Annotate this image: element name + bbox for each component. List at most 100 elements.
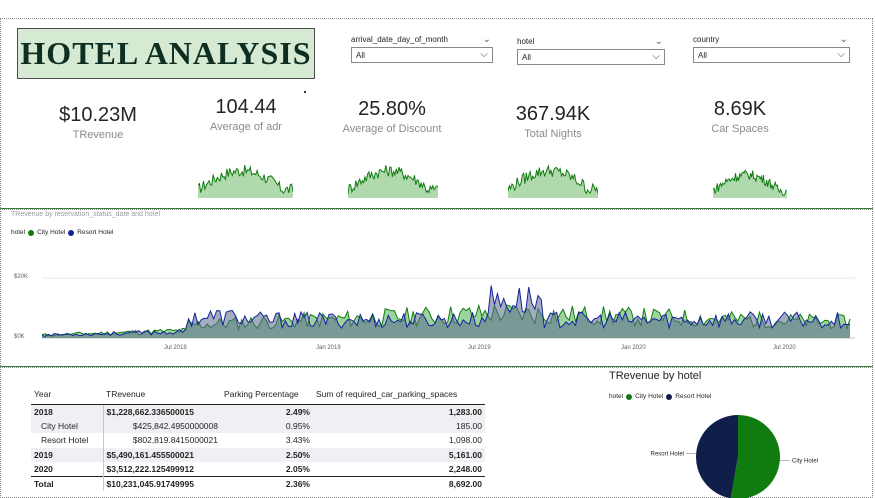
kpi-label: TRevenue bbox=[72, 129, 124, 141]
x-tick-label: Jan 2019 bbox=[316, 345, 341, 351]
legend-dot-city bbox=[28, 229, 35, 236]
table-row[interactable]: 2018 $1,228,662.336500015 2.49% 1,283.00 bbox=[31, 404, 485, 419]
table-total-row[interactable]: Total $10,231,045.91749995 2.36% 8,692.0… bbox=[31, 476, 485, 491]
dropdown-arrow-icon[interactable]: ⌵ bbox=[837, 49, 845, 60]
sparkline-nights bbox=[508, 164, 598, 198]
cell-revenue: $425,842.4950000008 bbox=[102, 418, 221, 433]
kpi-card-nights: 367.94K Total Nights bbox=[493, 103, 613, 140]
kpi-value: 104.44 bbox=[215, 96, 277, 118]
pie-chart-title: TRevenue by hotel bbox=[609, 370, 702, 382]
kpi-label: Average of Discount bbox=[342, 123, 442, 135]
dropdown-arrow-icon[interactable]: ⌵ bbox=[480, 49, 488, 60]
cell-year: Total bbox=[31, 476, 103, 491]
cell-year: City Hotel bbox=[31, 418, 103, 433]
kpi-card-discount: 25.80% Average of Discount bbox=[332, 98, 452, 135]
cell-revenue: $802,819.8415000021 bbox=[102, 433, 221, 448]
sparkline-car-spaces bbox=[713, 169, 787, 198]
x-tick-label: Jul 2020 bbox=[773, 345, 796, 351]
legend-label-resort[interactable]: Resort Hotel bbox=[675, 393, 711, 400]
line-chart-plot[interactable] bbox=[0, 240, 873, 365]
x-tick-label: Jul 2018 bbox=[164, 345, 187, 351]
kpi-card-adr: 104.44 Average of adr bbox=[186, 96, 306, 133]
kpi-value: 25.80% bbox=[358, 98, 426, 120]
cell-spaces: 1,283.00 bbox=[313, 404, 485, 419]
pie-chart-legend: hotel City Hotel Resort Hotel bbox=[609, 393, 711, 400]
legend-dot-city bbox=[626, 393, 633, 400]
cell-spaces: 5,161.00 bbox=[313, 447, 485, 462]
column-header-revenue[interactable]: TRevenue bbox=[103, 384, 221, 405]
cell-revenue: $5,490,161.455500021 bbox=[102, 447, 221, 462]
legend-label-city[interactable]: City Hotel bbox=[635, 393, 663, 400]
table-row[interactable]: City Hotel $425,842.4950000008 0.95% 185… bbox=[31, 418, 485, 433]
cell-spaces: 8,692.00 bbox=[313, 476, 485, 491]
cell-spaces: 2,248.00 bbox=[448, 464, 482, 474]
slicer-arrival-day[interactable]: arrival_date_day_of_month ⌄ All ⌵ bbox=[351, 34, 493, 63]
x-tick-label: Jan 2020 bbox=[621, 345, 646, 351]
pie-data-label: Resort Hotel bbox=[651, 451, 684, 457]
slicer-label: arrival_date_day_of_month bbox=[351, 35, 448, 44]
series-resort-area bbox=[42, 285, 850, 338]
kpi-card-car-spaces: 8.69K Car Spaces bbox=[680, 98, 800, 135]
cell-revenue: $3,512,222.125499912 bbox=[102, 462, 221, 477]
legend-label-resort[interactable]: Resort Hotel bbox=[77, 229, 113, 236]
line-chart-title: TRevenue by reservation_status_date and … bbox=[11, 211, 161, 218]
chevron-down-icon[interactable]: ⌄ bbox=[483, 34, 491, 45]
kpi-label: Total Nights bbox=[524, 128, 582, 140]
revenue-matrix-table[interactable]: Year TRevenue Parking Percentage Sum of … bbox=[31, 384, 485, 491]
slicer-hotel[interactable]: hotel ⌄ All ⌵ bbox=[517, 36, 665, 65]
pie-data-label: City Hotel bbox=[792, 459, 818, 465]
slicer-label: hotel bbox=[517, 37, 535, 46]
slicer-value: All bbox=[698, 51, 707, 60]
pie-slice-resort-hotel bbox=[696, 415, 738, 498]
legend-label-city[interactable]: City Hotel bbox=[37, 229, 65, 236]
column-header-parking[interactable]: Parking Percentage bbox=[221, 384, 313, 405]
chevron-down-icon[interactable]: ⌄ bbox=[655, 36, 663, 47]
slicer-label: country bbox=[693, 35, 720, 44]
cell-year: Resort Hotel bbox=[41, 435, 89, 446]
slicer-dropdown[interactable]: All ⌵ bbox=[351, 47, 493, 63]
chevron-down-icon[interactable]: ⌄ bbox=[840, 34, 848, 45]
sparkline-adr bbox=[198, 164, 293, 198]
cell-year: 2019 bbox=[31, 447, 103, 462]
slicer-value: All bbox=[522, 53, 531, 62]
legend-title: hotel bbox=[11, 229, 26, 236]
cell-revenue: $10,231,045.91749995 bbox=[102, 476, 221, 491]
cell-parking: 0.95% bbox=[221, 418, 313, 433]
table-row[interactable]: 2019 $5,490,161.455500021 2.50% 5,161.00 bbox=[31, 447, 485, 462]
cell-revenue: $1,228,662.336500015 bbox=[102, 404, 221, 419]
slicer-dropdown[interactable]: All ⌵ bbox=[693, 47, 850, 63]
cell-year: 2018 bbox=[31, 404, 103, 419]
cell-parking: 2.05% bbox=[285, 464, 310, 474]
kpi-card-revenue: $10.23M TRevenue bbox=[38, 104, 158, 141]
slicer-dropdown[interactable]: All ⌵ bbox=[517, 49, 665, 65]
column-header-year[interactable]: Year bbox=[31, 384, 103, 405]
cell-parking: 3.43% bbox=[285, 435, 310, 446]
table-row[interactable]: Resort Hotel $802,819.8415000021 3.43% 1… bbox=[31, 433, 485, 448]
cell-parking: 2.36% bbox=[221, 476, 313, 491]
page-title-box: HOTEL ANALYSIS bbox=[17, 28, 315, 79]
cell-year: 2020 bbox=[34, 464, 53, 474]
cell-spaces: 185.00 bbox=[313, 418, 485, 433]
cell-spaces: 1,098.00 bbox=[448, 435, 482, 446]
cell-parking: 2.49% bbox=[221, 404, 313, 419]
kpi-value: 8.69K bbox=[713, 98, 767, 120]
pie-slice-city-hotel bbox=[730, 415, 780, 498]
legend-title: hotel bbox=[609, 393, 624, 400]
kpi-value: $10.23M bbox=[59, 104, 137, 126]
table-row[interactable]: 2020 $3,512,222.125499912 2.05% 2,248.00 bbox=[31, 462, 485, 477]
kpi-label: Average of adr bbox=[210, 121, 282, 133]
sparkline-discount bbox=[348, 165, 438, 198]
legend-dot-resort bbox=[666, 393, 673, 400]
slicer-country[interactable]: country ⌄ All ⌵ bbox=[693, 34, 850, 63]
pie-chart[interactable]: City Hotel Resort Hotel bbox=[620, 400, 860, 498]
slicer-value: All bbox=[356, 51, 365, 60]
column-header-spaces[interactable]: Sum of required_car_parking_spaces bbox=[313, 384, 485, 405]
kpi-label: Car Spaces bbox=[711, 123, 769, 135]
cell-parking: 2.50% bbox=[221, 447, 313, 462]
page-title: HOTEL ANALYSIS bbox=[20, 35, 312, 71]
legend-dot-resort bbox=[68, 229, 75, 236]
line-chart-legend: hotel City Hotel Resort Hotel bbox=[11, 229, 113, 236]
dropdown-arrow-icon[interactable]: ⌵ bbox=[652, 51, 660, 62]
decorative-dot bbox=[304, 91, 306, 93]
x-tick-label: Jul 2019 bbox=[468, 345, 491, 351]
